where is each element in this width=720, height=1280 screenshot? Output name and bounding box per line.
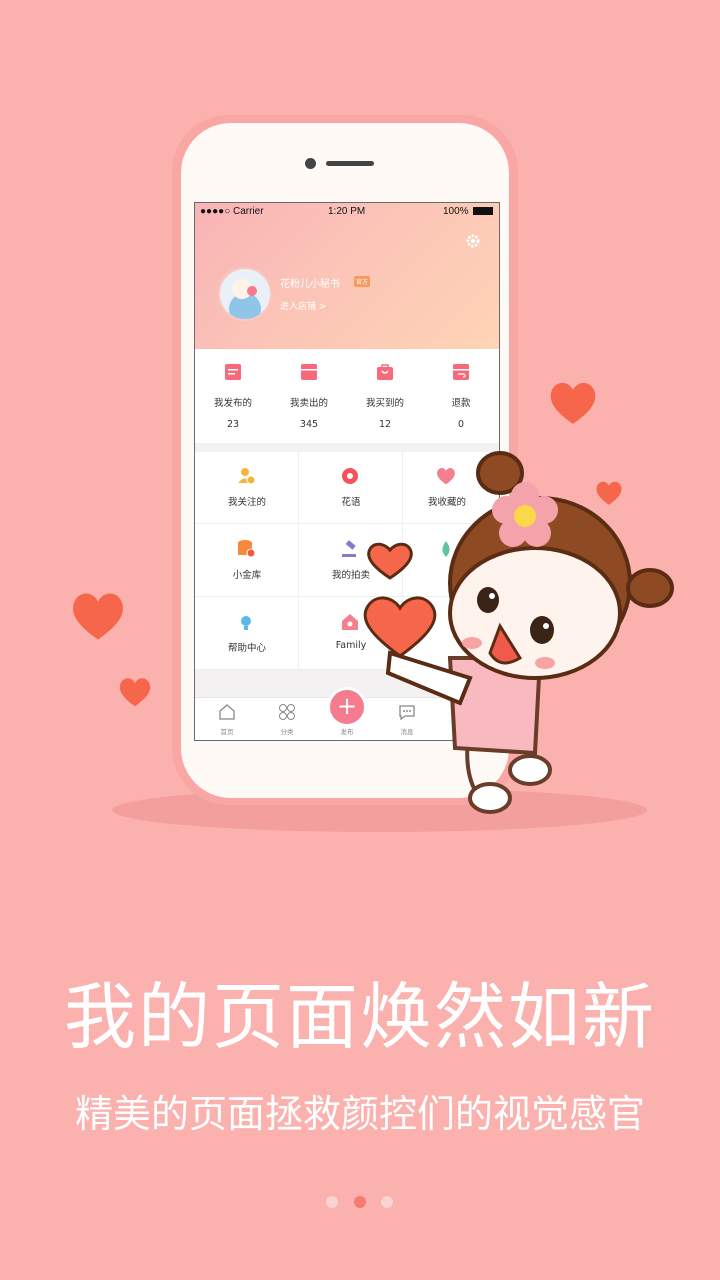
menu-label: 帮助中心	[227, 643, 266, 654]
page-dot-3[interactable]	[381, 1196, 393, 1208]
avatar-image	[229, 279, 261, 319]
help-icon	[236, 612, 256, 632]
stat-published[interactable]: 我发布的 23	[195, 349, 271, 443]
subheadline: 精美的页面拯救颜控们的视觉感官	[74, 1092, 645, 1136]
official-badge: 官方	[354, 276, 371, 287]
heart-icon	[550, 382, 596, 424]
mascot-illustration	[363, 451, 674, 814]
heart-icon	[119, 678, 151, 707]
menu-label: 我关注的	[227, 497, 266, 508]
carrier-label: ●●●●○ Carrier	[200, 206, 264, 217]
status-bar: ●●●●○ Carrier 1:20 PM 100%	[195, 203, 499, 219]
stat-count: 0	[457, 419, 465, 430]
profile-header: ●●●●○ Carrier 1:20 PM 100% 花粉儿小秘书 官方 进入店…	[195, 203, 499, 349]
battery-icon	[473, 207, 493, 215]
profile-name: 花粉儿小秘书	[280, 279, 340, 290]
tab-label: 分类	[280, 728, 294, 736]
refund-icon	[452, 363, 470, 381]
stat-sold[interactable]: 我卖出的 345	[271, 349, 347, 443]
family-icon	[340, 612, 360, 632]
menu-label: 小金库	[232, 570, 262, 581]
stat-count: 23	[226, 419, 240, 430]
clock: 1:20 PM	[328, 206, 366, 217]
order-stats: 我发布的 23 我卖出的 345 我买到的 12 退款 0	[195, 349, 499, 443]
headline: 我的页面焕然如新	[63, 975, 656, 1059]
coins-icon	[236, 539, 256, 559]
auction-icon	[340, 539, 360, 559]
flower-icon	[340, 466, 360, 486]
heart-icon	[73, 593, 123, 640]
page-dot-1[interactable]	[326, 1196, 338, 1208]
sold-icon	[300, 363, 318, 381]
category-icon	[278, 703, 296, 721]
tab-home[interactable]: 首页	[197, 698, 257, 740]
stat-label: 退款	[451, 398, 471, 409]
stat-count: 12	[378, 419, 392, 430]
phone-speaker	[326, 161, 374, 166]
enter-shop-link[interactable]: 进入店铺 >	[280, 299, 326, 312]
stat-refund[interactable]: 退款 0	[423, 349, 499, 443]
bought-icon	[376, 363, 394, 381]
battery-label: 100%	[443, 206, 469, 217]
follow-icon	[236, 466, 256, 486]
menu-following[interactable]: 我关注的	[195, 452, 299, 524]
gear-icon[interactable]	[465, 233, 481, 249]
stat-label: 我发布的	[213, 398, 252, 409]
publish-icon	[224, 363, 242, 381]
avatar[interactable]	[218, 267, 272, 321]
phone-camera	[305, 158, 316, 169]
stat-label: 我卖出的	[289, 398, 328, 409]
menu-vault[interactable]: 小金库	[195, 525, 299, 597]
stat-count: 345	[299, 419, 319, 430]
menu-help[interactable]: 帮助中心	[195, 598, 299, 670]
stat-bought[interactable]: 我买到的 12	[347, 349, 423, 443]
stat-label: 我买到的	[365, 398, 404, 409]
page-dot-2-active[interactable]	[354, 1196, 366, 1208]
home-icon	[218, 703, 236, 721]
tab-category[interactable]: 分类	[257, 698, 317, 740]
tab-label: 首页	[220, 728, 234, 736]
